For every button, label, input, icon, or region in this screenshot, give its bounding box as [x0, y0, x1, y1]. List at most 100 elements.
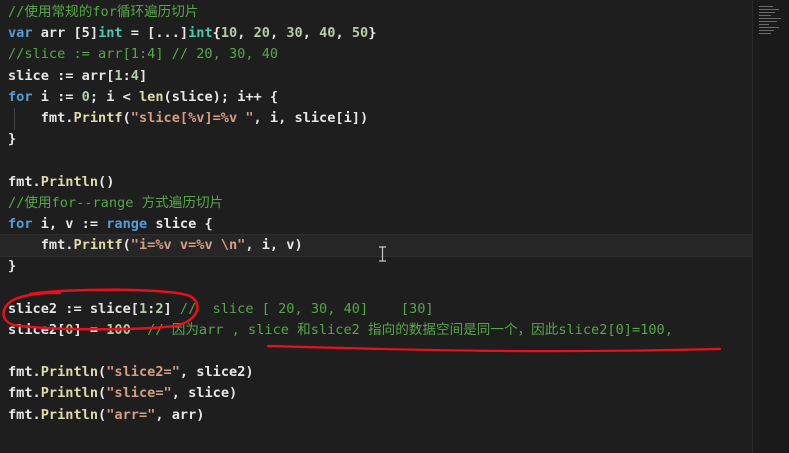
code-token: 2 [155, 300, 164, 317]
minimap-line [759, 21, 777, 22]
code-token: 4 [130, 67, 139, 84]
code-token: , [335, 25, 352, 42]
code-token: int [98, 25, 123, 42]
code-token: [5] [73, 25, 99, 42]
code-token: slice2 := slice[ [8, 300, 139, 317]
minimap-line [759, 15, 771, 16]
code-token: "i=%v v=%v \n" [130, 237, 246, 254]
code-token: "slice=" [106, 385, 172, 402]
code-token: ( [98, 364, 107, 381]
code-token: 40 [319, 25, 336, 42]
code-token: } [8, 131, 17, 148]
code-line[interactable]: //slice := arr[1:4] // 20, 30, 40 [8, 44, 752, 65]
code-token: } [368, 25, 377, 42]
code-token: ] = [73, 321, 107, 338]
code-token: (slice); i++ { [163, 88, 279, 105]
code-token: fmt. [8, 406, 41, 423]
minimap-line [759, 9, 779, 10]
code-area[interactable]: //使用常规的for循环遍历切片 var arr [5]int = [...]in… [0, 2, 752, 426]
code-token: 10 [220, 25, 238, 42]
code-line[interactable]: fmt.Println("slice2=", slice2) [8, 362, 752, 383]
code-token: 20 [253, 25, 270, 42]
code-token: range [106, 215, 156, 232]
code-token: ( [98, 406, 107, 423]
code-token: 100 [106, 321, 131, 338]
code-token: 1 [138, 300, 148, 317]
code-line[interactable]: ​ [8, 150, 752, 171]
code-token: "slice2=" [106, 364, 180, 381]
code-line[interactable]: fmt.Printf("slice[%v]=%v ", i, slice[i]) [8, 108, 752, 129]
code-line[interactable]: slice2[0] = 100 // 因为arr , slice 和slice2… [8, 320, 752, 341]
code-token: , i, v) [245, 237, 303, 254]
code-token: "arr=" [106, 406, 156, 423]
code-token: 1 [114, 67, 123, 84]
code-token: : [122, 67, 131, 84]
code-token: Printf [73, 237, 123, 254]
code-line[interactable]: //使用for--range 方式遍历切片 [8, 193, 752, 214]
code-token: //使用常规的for循环遍历切片 [8, 4, 199, 20]
code-token: slice2[ [8, 321, 66, 338]
code-token: 50 [351, 25, 369, 42]
code-token: , [302, 25, 320, 42]
code-token: arr [40, 25, 74, 42]
code-line[interactable]: fmt.Println("slice=", slice) [8, 383, 752, 404]
code-token: Println [40, 364, 99, 381]
minimap[interactable] [752, 0, 789, 453]
code-token: , [237, 25, 254, 42]
code-token: ] [138, 67, 148, 84]
code-line[interactable]: for i := 0; i < len(slice); i++ { [8, 87, 752, 108]
code-token: //使用for--range 方式遍历切片 [8, 194, 224, 211]
code-token: ; i < [89, 88, 139, 105]
code-token: ] [163, 300, 180, 317]
code-token: , slice2) [179, 364, 254, 381]
minimap-line [759, 33, 771, 34]
code-line[interactable]: fmt.Println() [8, 172, 752, 193]
code-token: 30 [286, 25, 303, 42]
code-token: fmt. [8, 364, 41, 381]
code-token: fmt. [8, 237, 74, 254]
minimap-line [759, 27, 779, 28]
code-token: i := [40, 88, 82, 105]
code-token: "slice[%v]=%v " [130, 109, 254, 126]
code-token: Println [40, 406, 99, 423]
code-line[interactable]: } [8, 129, 752, 150]
code-line[interactable]: var arr [5]int = [...]int{10, 20, 30, 40… [8, 23, 752, 44]
code-line[interactable]: fmt.Printf("i=%v v=%v \n", i, v) [0, 234, 752, 258]
code-token: slice { [155, 215, 213, 232]
code-token: , slice) [171, 385, 238, 402]
code-line[interactable]: slice := arr[1:4] [8, 66, 752, 87]
code-line[interactable]: ​ [8, 341, 752, 362]
code-token: { [212, 25, 221, 42]
code-line[interactable]: ​ [8, 277, 752, 298]
code-token: } [8, 258, 17, 275]
code-token: , i, slice[i]) [253, 109, 369, 126]
code-token: Printf [73, 109, 123, 126]
code-token: ( [98, 385, 107, 402]
minimap-line [759, 6, 773, 7]
code-token: Println [40, 385, 99, 402]
code-line[interactable]: fmt.Println("arr=", arr) [8, 405, 752, 426]
code-token: 0 [81, 88, 90, 105]
code-line[interactable]: slice2 := slice[1:2] // slice [ 20, 30, … [8, 299, 752, 320]
code-token: var [8, 25, 41, 42]
code-token: len [138, 88, 164, 105]
minimap-line [759, 30, 774, 31]
minimap-line [759, 24, 769, 25]
code-token: = [...] [122, 25, 189, 42]
code-token: for [8, 88, 41, 105]
code-token: fmt. [8, 385, 41, 402]
code-line[interactable]: //使用常规的for循环遍历切片 [8, 2, 752, 23]
text-ibeam-icon [379, 246, 386, 262]
code-line[interactable]: for i, v := range slice { [8, 214, 752, 235]
code-token: Println [40, 173, 99, 190]
code-token: , [269, 25, 287, 42]
code-token: ( [122, 237, 131, 254]
minimap-line [759, 12, 775, 13]
code-token: fmt. [8, 173, 41, 190]
code-editor[interactable]: //使用常规的for循环遍历切片 var arr [5]int = [...]in… [0, 0, 752, 453]
code-token: // slice [ 20, 30, 40] [30] [179, 300, 434, 317]
code-token: , arr) [155, 406, 205, 423]
code-token: for [8, 215, 41, 232]
code-token: i, v := [40, 215, 107, 232]
